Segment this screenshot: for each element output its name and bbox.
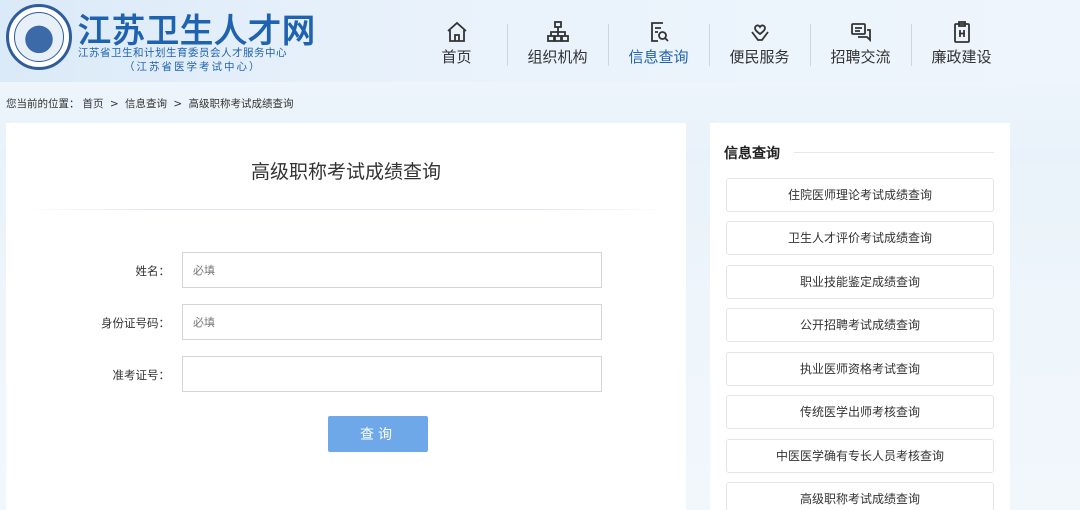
page-title: 高级职称考试成绩查询 [250,161,441,183]
query-button[interactable]: 查询 [328,416,428,452]
breadcrumb-section-link[interactable]: 信息查询 [125,98,167,110]
sidebar-item-resident-exam[interactable]: 住院医师理论考试成绩查询 [726,178,994,212]
sidebar-title-divider [794,152,994,153]
query-form-panel: 高级职称考试成绩查询 姓名： 身份证号码： 准考证号： 查询 [6,123,686,510]
nav-label: 信息查询 [628,48,689,66]
sidebar-item-physician-qualification[interactable]: 执业医师资格考试查询 [726,352,994,386]
chat-icon [849,20,873,44]
name-label: 姓名： [135,264,171,278]
site-subtitle-secondary: （江苏省医学考试中心） [124,61,262,73]
sidebar-item-skill-appraisal[interactable]: 职业技能鉴定成绩查询 [726,265,994,299]
sidebar-item-talent-evaluation[interactable]: 卫生人才评价考试成绩查询 [726,221,994,255]
site-subtitle: 江苏省卫生和计划生育委员会人才服务中心 [78,47,287,59]
nav-item-recruitment[interactable]: 招聘交流 [810,14,911,72]
nav-label: 廉政建设 [931,48,992,66]
breadcrumb-home-link[interactable]: 首页 [83,98,104,110]
breadcrumb-separator: > [109,98,119,110]
ticket-number-input[interactable] [182,356,602,392]
sidebar-item-public-recruitment[interactable]: 公开招聘考试成绩查询 [726,308,994,342]
title-divider [20,209,670,210]
id-number-label: 身份证号码： [101,316,170,330]
ticket-number-label: 准考证号： [112,368,171,382]
breadcrumb-separator: > [173,98,183,110]
logo-emblem-icon[interactable] [6,4,72,70]
sidebar-item-tcm-expertise[interactable]: 中医医学确有专长人员考核查询 [726,439,994,473]
home-icon [445,20,469,44]
main-nav: 首页 组织机构 信息查询 便民服务 招聘交流 廉政建设 [406,14,1012,74]
nav-item-integrity[interactable]: 廉政建设 [911,14,1012,72]
site-header: 江苏卫生人才网 江苏省卫生和计划生育委员会人才服务中心 （江苏省医学考试中心） … [0,0,1080,82]
breadcrumb: 您当前的位置： 首页 > 信息查询 > 高级职称考试成绩查询 [6,96,297,111]
name-input[interactable] [182,252,602,288]
breadcrumb-current: 高级职称考试成绩查询 [188,98,294,110]
clipboard-icon [950,20,974,44]
nav-label: 组织机构 [527,48,588,66]
sidebar: 信息查询 住院医师理论考试成绩查询 卫生人才评价考试成绩查询 职业技能鉴定成绩查… [710,123,1010,510]
heart-hands-icon [748,20,772,44]
breadcrumb-prefix: 您当前的位置： [6,98,80,110]
org-chart-icon [546,20,570,44]
nav-label: 招聘交流 [830,48,891,66]
id-number-input[interactable] [182,304,602,340]
nav-item-home[interactable]: 首页 [406,14,507,72]
sidebar-item-traditional-medicine[interactable]: 传统医学出师考核查询 [726,395,994,429]
nav-item-organization[interactable]: 组织机构 [507,14,608,72]
nav-item-info-query[interactable]: 信息查询 [608,14,709,72]
nav-label: 便民服务 [729,48,790,66]
nav-label: 首页 [441,48,472,66]
search-document-icon [647,20,671,44]
sidebar-item-senior-title-exam[interactable]: 高级职称考试成绩查询 [726,482,994,510]
nav-item-public-service[interactable]: 便民服务 [709,14,810,72]
sidebar-title: 信息查询 [724,146,780,162]
